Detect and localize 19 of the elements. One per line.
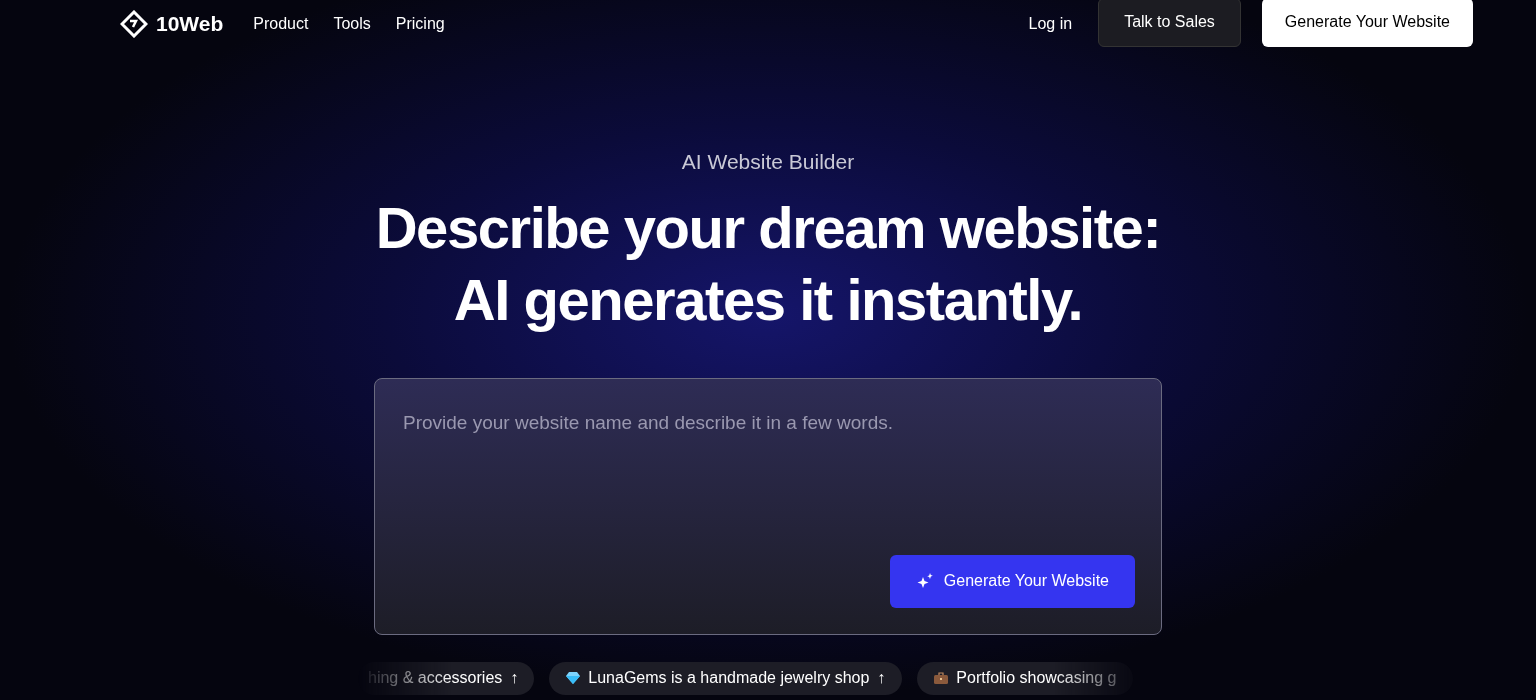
arrow-up-icon: ↑ xyxy=(877,666,886,690)
sparkle-icon xyxy=(915,572,934,590)
suggestion-chip[interactable]: Portfolio showcasing g xyxy=(917,661,1134,695)
logo-text: 10Web xyxy=(156,11,224,38)
nav-link[interactable]: Tools xyxy=(333,12,371,36)
generate-website-button[interactable]: Generate Your Website xyxy=(1261,0,1473,47)
talk-to-sales-button[interactable]: Talk to Sales xyxy=(1098,0,1241,47)
prompt-field[interactable]: Provide your website name and describe it in a few words. Generate Your Website xyxy=(374,377,1162,635)
login-link[interactable]: Log in xyxy=(1028,12,1073,36)
hero-heading: Describe your dream website: AI generates it instantly. xyxy=(375,193,1161,334)
nav-link[interactable]: Product xyxy=(253,12,309,36)
generate-button[interactable]: Generate Your Website xyxy=(889,554,1135,608)
nav-link[interactable]: Pricing xyxy=(395,12,445,36)
gem-icon xyxy=(566,672,581,684)
logo-icon xyxy=(120,10,148,38)
arrow-up-icon: ↑ xyxy=(510,666,519,690)
eyebrow-text: AI Website Builder xyxy=(681,149,855,175)
briefcase-icon xyxy=(934,672,949,684)
suggestion-chip[interactable]: LunaGems is a handmade jewelry shop ↑ xyxy=(549,661,903,695)
